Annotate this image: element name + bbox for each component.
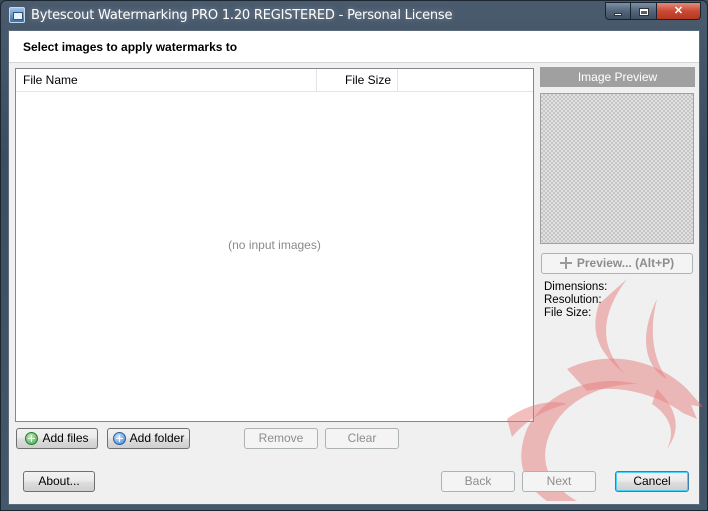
title-bar[interactable]: Bytescout Watermarking PRO 1.20 REGISTER… <box>1 1 707 31</box>
minimize-icon <box>614 12 622 16</box>
add-files-label: Add files <box>42 431 89 445</box>
move-icon <box>559 257 572 269</box>
column-header-file-size[interactable]: File Size <box>318 69 398 91</box>
add-icon <box>25 432 39 445</box>
maximize-icon <box>638 8 649 17</box>
close-icon: ✕ <box>673 5 684 17</box>
add-files-button[interactable]: Add files <box>16 428 98 449</box>
window-title: Bytescout Watermarking PRO 1.20 REGISTER… <box>31 8 453 23</box>
window-controls: ✕ <box>605 2 701 20</box>
add-folder-button[interactable]: Add folder <box>107 428 190 449</box>
column-header-file-name[interactable]: File Name <box>16 69 317 91</box>
clear-button[interactable]: Clear <box>325 428 399 449</box>
minimize-button[interactable] <box>605 2 631 20</box>
file-list[interactable]: File Name File Size (no input images) <box>15 68 534 422</box>
add-folder-label: Add folder <box>129 431 185 445</box>
back-button[interactable]: Back <box>441 471 515 492</box>
header-band: Select images to apply watermarks to <box>9 31 699 63</box>
image-preview-label: Image Preview <box>540 67 695 87</box>
cancel-button[interactable]: Cancel <box>615 471 689 492</box>
empty-list-message: (no input images) <box>228 238 321 252</box>
app-icon <box>9 7 25 23</box>
remove-button[interactable]: Remove <box>244 428 318 449</box>
page-title: Select images to apply watermarks to <box>23 40 238 54</box>
app-window: Bytescout Watermarking PRO 1.20 REGISTER… <box>0 0 708 511</box>
dragon-watermark-logo <box>507 279 703 501</box>
about-button[interactable]: About... <box>23 471 95 492</box>
add-folder-icon <box>112 432 126 445</box>
wizard-page: Select images to apply watermarks to Fil… <box>8 30 703 505</box>
list-header: File Name File Size <box>16 69 533 92</box>
close-button[interactable]: ✕ <box>657 2 701 20</box>
next-button[interactable]: Next <box>522 471 596 492</box>
preview-button-label: Preview... (Alt+P) <box>576 256 675 270</box>
maximize-button[interactable] <box>631 2 657 20</box>
image-preview-area <box>540 93 694 244</box>
preview-button[interactable]: Preview... (Alt+P) <box>541 253 693 274</box>
